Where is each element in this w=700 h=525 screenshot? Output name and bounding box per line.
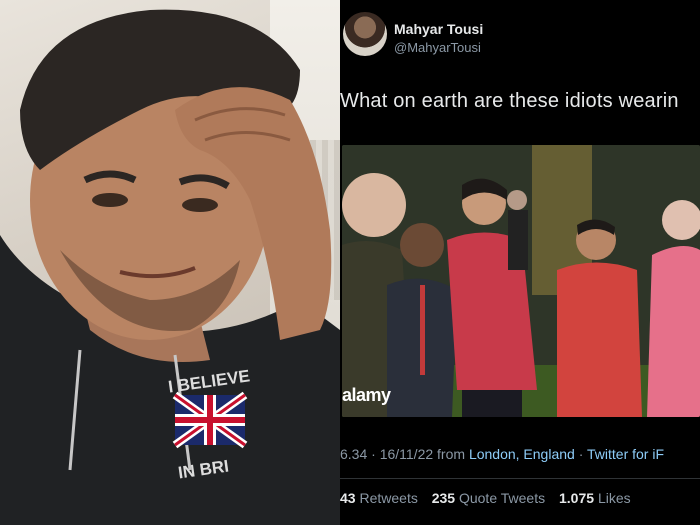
likes-count: 1.075 [559,490,595,506]
watermark: alamy [342,385,391,405]
tweet-card: Mahyar Tousi @MahyarTousi What on earth … [340,0,700,525]
quote-tweets-stat[interactable]: 235 Quote Tweets [432,490,545,506]
meta-separator: · [574,446,588,462]
divider [340,478,700,479]
quote-count: 235 [431,490,456,506]
tweet-stats: 43 Retweets 235 Quote Tweets 1.075 Likes [340,490,631,506]
tweet-location-link[interactable]: London, England [469,446,575,462]
likes-label: Likes [597,490,631,506]
user-handle[interactable]: @MahyarTousi [394,40,481,55]
retweets-count: 43 [340,490,356,506]
likes-stat[interactable]: 1.075 Likes [559,490,631,506]
display-name[interactable]: Mahyar Tousi [394,21,483,37]
avatar[interactable] [343,12,387,56]
retweets-label: Retweets [359,490,418,506]
tweet-header: Mahyar Tousi @MahyarTousi [340,0,700,70]
tweet-source-link[interactable]: Twitter for iF [587,446,664,462]
man-figure [0,9,340,525]
tweet-text: What on earth are these idiots wearin [340,90,679,112]
tweet-photo[interactable]: alamy [342,145,700,417]
retweets-stat[interactable]: 43 Retweets [340,490,418,506]
tweet-meta: 6.34 · 16/11/22 from London, England · T… [340,446,664,462]
tweet-photo-scene [342,145,700,417]
quote-label: Quote Tweets [458,490,546,506]
selfie-photo: I BELIEVE IN BRI [0,0,340,525]
tweet-timestamp[interactable]: 6.34 · 16/11/22 from [340,446,469,462]
